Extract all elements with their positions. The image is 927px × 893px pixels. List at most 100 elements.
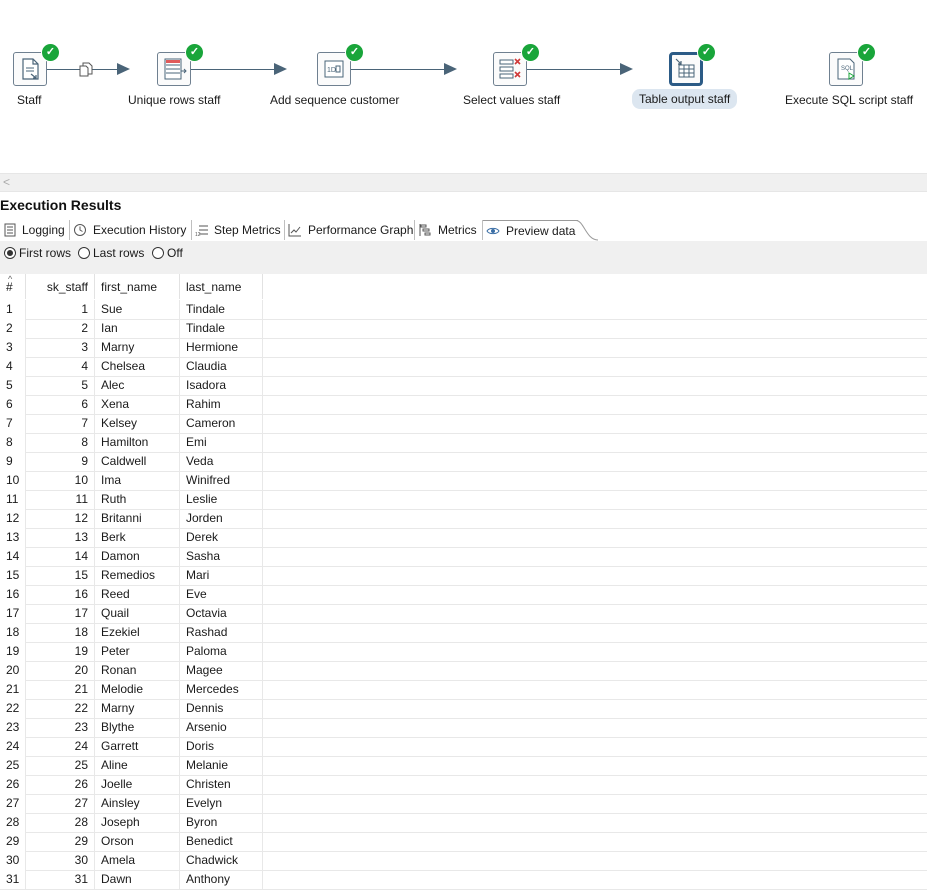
row-number-cell[interactable]: 3 [0,338,26,357]
sk-staff-cell[interactable]: 27 [26,794,95,813]
sk-staff-cell[interactable]: 17 [26,604,95,623]
first-name-cell[interactable]: Remedios [95,566,180,585]
last-name-cell[interactable]: Byron [180,813,263,832]
table-row[interactable]: 29 29 Orson Benedict [0,832,927,852]
radio-first-rows[interactable]: First rows [4,247,71,260]
first-name-cell[interactable]: Melodie [95,680,180,699]
row-number-cell[interactable]: 30 [0,851,26,870]
first-name-cell[interactable]: Amela [95,851,180,870]
first-name-cell[interactable]: Hamilton [95,433,180,452]
sk-staff-cell[interactable]: 24 [26,737,95,756]
table-row[interactable]: 23 23 Blythe Arsenio [0,718,927,738]
first-name-cell[interactable]: Blythe [95,718,180,737]
tab-step-metrics[interactable]: 12 Step Metrics [192,220,285,240]
first-name-cell[interactable]: Peter [95,642,180,661]
sk-staff-cell[interactable]: 26 [26,775,95,794]
sk-staff-cell[interactable]: 9 [26,452,95,471]
sk-staff-cell[interactable]: 22 [26,699,95,718]
row-number-cell[interactable]: 8 [0,433,26,452]
table-row[interactable]: 14 14 Damon Sasha [0,547,927,567]
first-name-cell[interactable]: Sue [95,300,180,319]
row-number-cell[interactable]: 14 [0,547,26,566]
first-name-cell[interactable]: Caldwell [95,452,180,471]
row-number-cell[interactable]: 24 [0,737,26,756]
first-name-cell[interactable]: Kelsey [95,414,180,433]
sk-staff-cell[interactable]: 8 [26,433,95,452]
last-name-cell[interactable]: Arsenio [180,718,263,737]
first-name-cell[interactable]: Berk [95,528,180,547]
last-name-cell[interactable]: Cameron [180,414,263,433]
table-row[interactable]: 13 13 Berk Derek [0,528,927,548]
transformation-canvas[interactable]: ✓ Staff ✓ Unique rows staff 1D ✓ Add seq… [0,0,927,173]
row-number-cell[interactable]: 25 [0,756,26,775]
first-name-cell[interactable]: Orson [95,832,180,851]
column-header-sk-staff[interactable]: sk_staff [26,274,95,299]
sk-staff-cell[interactable]: 25 [26,756,95,775]
table-row[interactable]: 17 17 Quail Octavia [0,604,927,624]
row-number-cell[interactable]: 22 [0,699,26,718]
row-number-cell[interactable]: 19 [0,642,26,661]
row-number-cell[interactable]: 7 [0,414,26,433]
sk-staff-cell[interactable]: 31 [26,870,95,889]
last-name-cell[interactable]: Tindale [180,319,263,338]
first-name-cell[interactable]: Alec [95,376,180,395]
row-number-cell[interactable]: 2 [0,319,26,338]
table-row[interactable]: 2 2 Ian Tindale [0,319,927,339]
table-row[interactable]: 16 16 Reed Eve [0,585,927,605]
row-number-cell[interactable]: 18 [0,623,26,642]
sk-staff-cell[interactable]: 12 [26,509,95,528]
sk-staff-cell[interactable]: 23 [26,718,95,737]
first-name-cell[interactable]: Marny [95,699,180,718]
table-row[interactable]: 27 27 Ainsley Evelyn [0,794,927,814]
tab-preview-data[interactable]: Preview data [483,220,578,241]
first-name-cell[interactable]: Marny [95,338,180,357]
tab-execution-history[interactable]: Execution History [70,220,192,240]
radio-off[interactable]: Off [152,247,183,260]
sk-staff-cell[interactable]: 20 [26,661,95,680]
sk-staff-cell[interactable]: 4 [26,357,95,376]
sk-staff-cell[interactable]: 1 [26,300,95,319]
last-name-cell[interactable]: Isadora [180,376,263,395]
first-name-cell[interactable]: Ruth [95,490,180,509]
table-row[interactable]: 19 19 Peter Paloma [0,642,927,662]
first-name-cell[interactable]: Ronan [95,661,180,680]
first-name-cell[interactable]: Chelsea [95,357,180,376]
row-number-cell[interactable]: 28 [0,813,26,832]
canvas-horizontal-scrollbar[interactable]: < [0,173,927,192]
first-name-cell[interactable]: Reed [95,585,180,604]
radio-circle[interactable] [4,247,16,259]
sk-staff-cell[interactable]: 28 [26,813,95,832]
sk-staff-cell[interactable]: 30 [26,851,95,870]
table-row[interactable]: 18 18 Ezekiel Rashad [0,623,927,643]
hop-sequence-select[interactable] [351,69,444,70]
last-name-cell[interactable]: Derek [180,528,263,547]
step-label-staff[interactable]: Staff [17,93,41,107]
first-name-cell[interactable]: Britanni [95,509,180,528]
hop-select-tableoutput[interactable] [527,69,620,70]
first-name-cell[interactable]: Ian [95,319,180,338]
row-number-cell[interactable]: 29 [0,832,26,851]
table-row[interactable]: 7 7 Kelsey Cameron [0,414,927,434]
row-number-cell[interactable]: 17 [0,604,26,623]
row-number-cell[interactable]: 12 [0,509,26,528]
last-name-cell[interactable]: Emi [180,433,263,452]
table-row[interactable]: 25 25 Aline Melanie [0,756,927,776]
radio-circle[interactable] [78,247,90,259]
row-number-cell[interactable]: 9 [0,452,26,471]
row-number-cell[interactable]: 21 [0,680,26,699]
sk-staff-cell[interactable]: 14 [26,547,95,566]
last-name-cell[interactable]: Doris [180,737,263,756]
row-number-cell[interactable]: 27 [0,794,26,813]
table-row[interactable]: 28 28 Joseph Byron [0,813,927,833]
last-name-cell[interactable]: Tindale [180,300,263,319]
last-name-cell[interactable]: Dennis [180,699,263,718]
last-name-cell[interactable]: Hermione [180,338,263,357]
table-row[interactable]: 11 11 Ruth Leslie [0,490,927,510]
row-number-cell[interactable]: 6 [0,395,26,414]
sk-staff-cell[interactable]: 19 [26,642,95,661]
first-name-cell[interactable]: Ezekiel [95,623,180,642]
last-name-cell[interactable]: Benedict [180,832,263,851]
last-name-cell[interactable]: Leslie [180,490,263,509]
column-header-last-name[interactable]: last_name [180,274,263,299]
table-row[interactable]: 3 3 Marny Hermione [0,338,927,358]
